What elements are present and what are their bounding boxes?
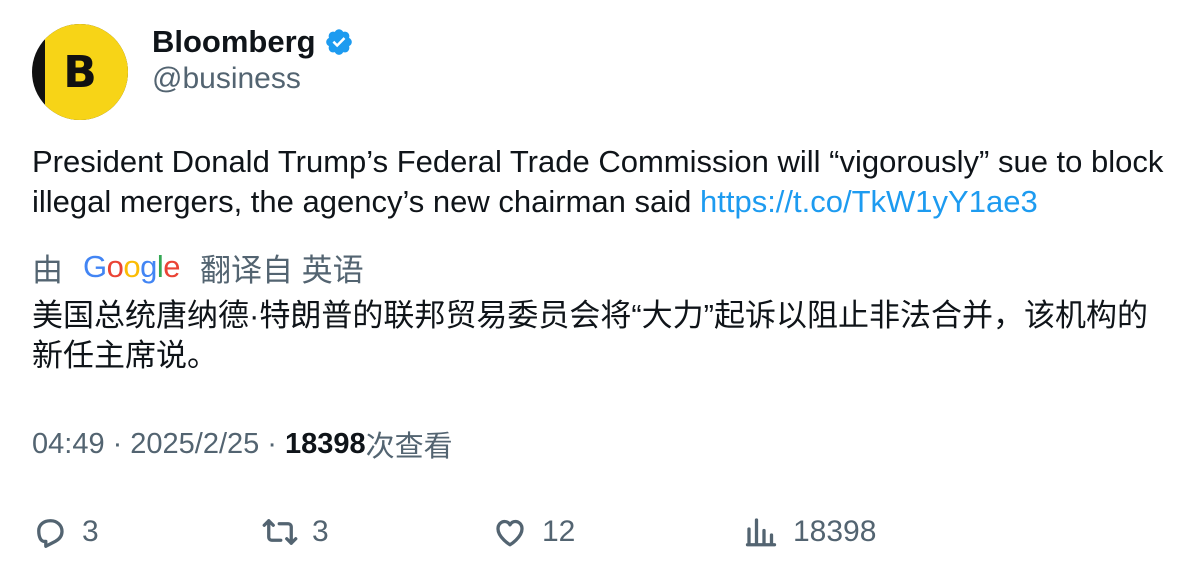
- retweet-count: 3: [312, 515, 329, 548]
- reply-icon: [37, 519, 64, 548]
- author-display-name[interactable]: Bloomberg: [152, 24, 316, 60]
- retweet-button[interactable]: 3: [262, 508, 329, 556]
- like-count: 12: [542, 515, 576, 548]
- translated-text: 美国总统唐纳德·特朗普的联邦贸易委员会将“大力”起诉以阻止非法合并，该机构的新任…: [32, 298, 1148, 373]
- translation-prefix: 由: [32, 252, 63, 288]
- action-bar: 3 3 12 18398: [0, 508, 1196, 556]
- avatar-letter: B: [63, 46, 97, 98]
- tweet-link[interactable]: https://t.co/TkW1yY1ae3: [700, 184, 1038, 219]
- views-button[interactable]: 18398: [743, 508, 876, 556]
- author-name-row: Bloomberg: [152, 20, 354, 64]
- verified-badge-icon[interactable]: [324, 27, 354, 57]
- analytics-icon: [745, 518, 777, 547]
- tweet-meta: 04:49 · 2025/2/25 · 18398 次查看: [32, 424, 453, 464]
- meta-separator: ·: [112, 427, 123, 460]
- views-count: 18398: [284, 427, 366, 460]
- like-button[interactable]: 12: [492, 508, 575, 556]
- retweet-icon: [262, 519, 298, 545]
- translation-attribution[interactable]: 由 Google 翻译自 英语: [32, 247, 364, 288]
- heart-icon: [496, 519, 524, 547]
- tweet-date[interactable]: 2025/2/25: [130, 428, 259, 461]
- tweet-time[interactable]: 04:49: [32, 428, 105, 461]
- meta-separator-2: ·: [267, 427, 277, 460]
- views-action-count: 18398: [793, 515, 877, 548]
- avatar[interactable]: B: [32, 24, 128, 120]
- author-handle[interactable]: @business: [152, 62, 301, 96]
- views-label: 次查看: [365, 431, 453, 463]
- google-logo: Google: [83, 249, 181, 284]
- reply-button[interactable]: 3: [32, 508, 99, 556]
- tweet-text: President Donald Trump’s Federal Trade C…: [32, 142, 1172, 222]
- reply-count: 3: [82, 515, 99, 548]
- translation-suffix: 翻译自 英语: [200, 252, 364, 288]
